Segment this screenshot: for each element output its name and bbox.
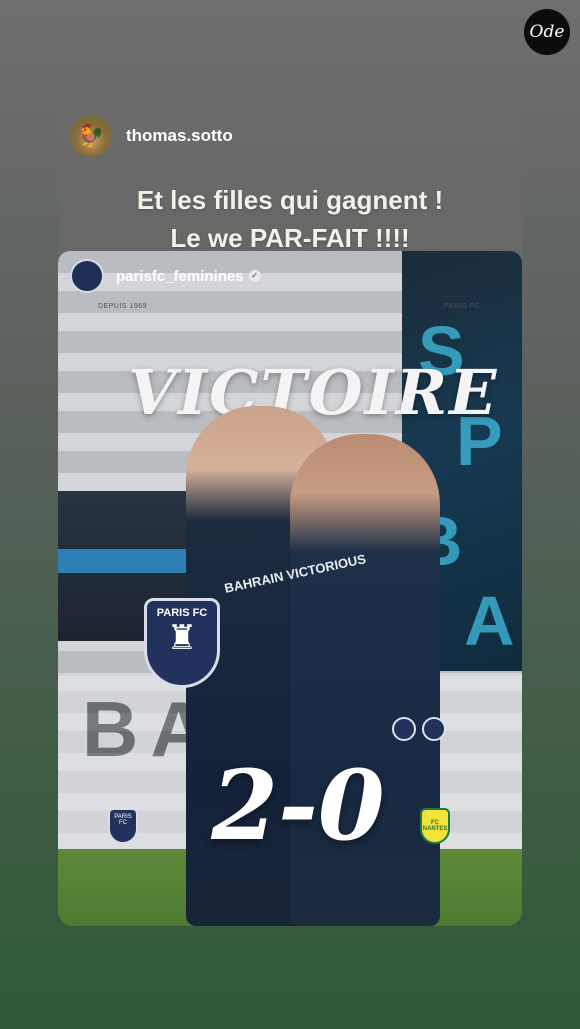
crest-label: PARIS FC bbox=[156, 607, 208, 619]
account-name[interactable]: parisfc_feminines bbox=[116, 268, 244, 285]
sponsor-logos bbox=[392, 713, 476, 745]
sponsor-logo-1 bbox=[392, 717, 416, 741]
home-team-badge: PARIS FC bbox=[108, 808, 138, 844]
story-card[interactable]: 🐓 thomas.sotto Et les filles qui gagnent… bbox=[58, 103, 522, 926]
eiffel-tower-icon: ♜ bbox=[166, 619, 198, 657]
username[interactable]: thomas.sotto bbox=[126, 126, 233, 146]
sponsor-logo-2 bbox=[422, 717, 446, 741]
ode-logo: Ode bbox=[524, 9, 570, 55]
rooster-icon[interactable]: 🐓 bbox=[70, 115, 112, 157]
score: 2-0 bbox=[211, 749, 385, 862]
story-header: 🐓 thomas.sotto bbox=[58, 103, 522, 169]
caption-line-1: Et les filles qui gagnent ! bbox=[136, 185, 444, 215]
verified-check-icon: ✓ bbox=[248, 270, 261, 282]
story-caption: Et les filles qui gagnent ! Le we PAR-FA… bbox=[58, 181, 522, 257]
away-team-badge: FC NANTES bbox=[420, 808, 450, 844]
small-text-left: DEPUIS 1969 bbox=[98, 303, 148, 310]
paris-fc-crest: PARIS FC ♜ bbox=[144, 598, 220, 688]
post-account[interactable]: parisfc_feminines ✓ bbox=[70, 259, 261, 293]
account-avatar[interactable] bbox=[70, 259, 104, 293]
small-text-right: PARIS FC bbox=[444, 303, 480, 310]
shared-post[interactable]: S P B A BA parisfc_feminines ✓ DEPUIS 19… bbox=[58, 251, 522, 926]
